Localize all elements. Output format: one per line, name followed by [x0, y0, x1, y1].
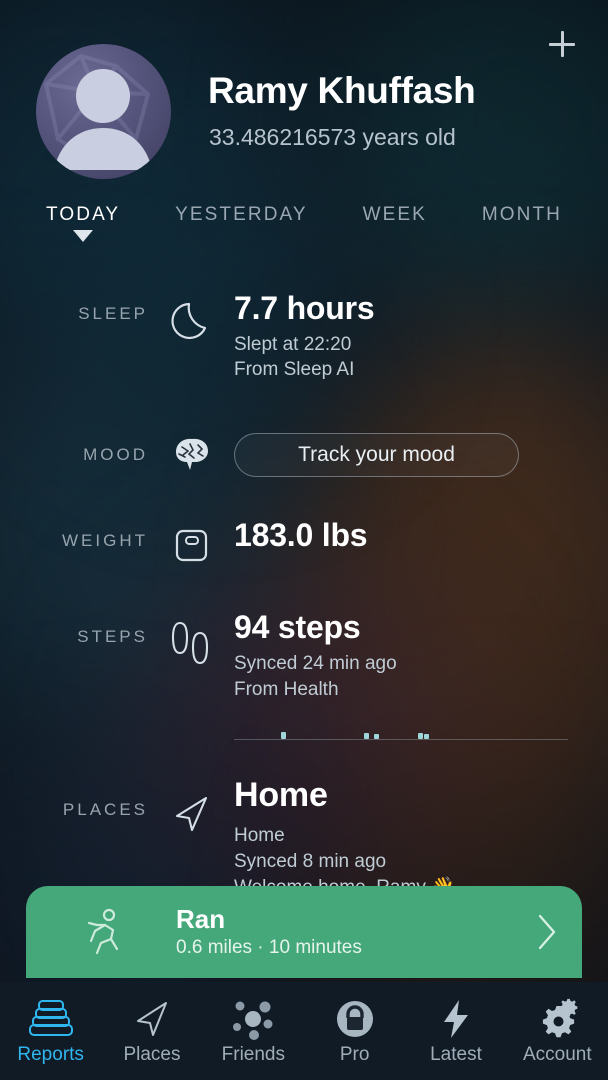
nav-label-reports: Reports: [17, 1044, 84, 1065]
metrics-list: SLEEP 7.7 hours Slept at 22:20 From Slee…: [0, 268, 608, 900]
layers-icon: [26, 996, 76, 1042]
lightning-bolt-icon: [435, 996, 477, 1042]
activity-card[interactable]: Ran 0.6 miles · 10 minutes: [26, 886, 582, 978]
metric-row-places[interactable]: PLACES Home Home Synced 8 min ago Welcom…: [0, 776, 608, 900]
tab-today-label: TODAY: [46, 204, 121, 225]
activity-detail: 0.6 miles · 10 minutes: [176, 936, 362, 958]
nav-item-friends[interactable]: Friends: [203, 982, 304, 1080]
sleep-value: 7.7 hours: [234, 290, 375, 326]
sparkline-baseline: [234, 739, 568, 741]
tab-month[interactable]: MONTH: [482, 190, 562, 226]
places-label: PLACES: [62, 800, 148, 820]
gears-icon: [533, 996, 581, 1042]
app-root: Ramy Khuffash 33.486216573 years old TOD…: [0, 0, 608, 1080]
steps-value: 94 steps: [234, 609, 361, 646]
metric-row-steps[interactable]: STEPS 94 steps Synced 24 min ago From He…: [0, 609, 608, 702]
sparkline-bar: [280, 732, 286, 740]
nav-item-reports[interactable]: Reports: [0, 982, 101, 1080]
age-text: 33.486216573 years old: [209, 124, 456, 150]
places-value: Home: [234, 776, 328, 815]
page-title: Ramy Khuffash: [208, 70, 476, 111]
dots-cluster-icon: [230, 996, 276, 1042]
footprints-icon: [148, 609, 234, 671]
sparkline-bar: [374, 734, 380, 740]
profile-header: Ramy Khuffash 33.486216573 years old: [0, 0, 608, 190]
tab-week[interactable]: WEEK: [363, 190, 427, 226]
activity-title: Ran: [176, 904, 226, 935]
metric-row-sleep[interactable]: SLEEP 7.7 hours Slept at 22:20 From Slee…: [0, 290, 608, 383]
sparkline-bar: [417, 733, 423, 740]
mood-label: MOOD: [83, 445, 148, 465]
nav-label-places: Places: [123, 1044, 181, 1065]
brain-icon: [148, 434, 234, 476]
sparkline-bar: [364, 733, 370, 740]
places-sub-1: Home: [234, 825, 285, 847]
track-mood-button[interactable]: Track your mood: [234, 433, 519, 478]
moon-icon: [148, 290, 234, 348]
tab-yesterday[interactable]: YESTERDAY: [175, 190, 308, 226]
person-silhouette-icon: [54, 69, 152, 170]
nav-item-latest[interactable]: Latest: [405, 982, 506, 1080]
nav-item-pro[interactable]: Pro: [304, 982, 405, 1080]
tab-today[interactable]: TODAY: [46, 190, 121, 242]
weight-value: 183.0 lbs: [234, 517, 368, 554]
nav-label-latest: Latest: [430, 1044, 482, 1065]
sleep-sub-1: Slept at 22:20: [234, 333, 352, 355]
active-tab-caret-icon: [73, 230, 94, 242]
add-button[interactable]: [540, 22, 584, 66]
navigation-arrow-icon: [148, 776, 234, 838]
places-sub-2: Synced 8 min ago: [234, 850, 387, 872]
nav-label-account: Account: [522, 1044, 592, 1065]
period-tabs: TODAY YESTERDAY WEEK MONTH: [0, 190, 608, 268]
metric-row-mood[interactable]: MOOD Track your mood: [0, 425, 608, 485]
weight-label: WEIGHT: [62, 531, 148, 551]
sleep-label: SLEEP: [78, 304, 148, 323]
metric-row-weight[interactable]: WEIGHT 183.0 lbs: [0, 517, 608, 577]
scale-icon: [148, 517, 234, 569]
nav-label-pro: Pro: [339, 1044, 370, 1065]
bottom-navigation: Reports Places Friends Pro Latest Accoun…: [0, 982, 608, 1080]
steps-sub-2: From Health: [234, 678, 339, 700]
running-icon: [26, 905, 176, 959]
steps-sub-1: Synced 24 min ago: [234, 652, 397, 674]
steps-sparkline-chart: [234, 724, 568, 741]
avatar[interactable]: [36, 44, 171, 179]
steps-label: STEPS: [77, 627, 148, 647]
sleep-sub-2: From Sleep AI: [234, 359, 355, 381]
nav-item-places[interactable]: Places: [101, 982, 202, 1080]
sparkline-bar: [424, 734, 430, 740]
nav-label-friends: Friends: [221, 1044, 285, 1065]
chevron-right-icon[interactable]: [512, 906, 582, 958]
lock-icon: [333, 996, 377, 1042]
navigation-arrow-icon: [129, 996, 175, 1042]
nav-item-account[interactable]: Account: [507, 982, 608, 1080]
